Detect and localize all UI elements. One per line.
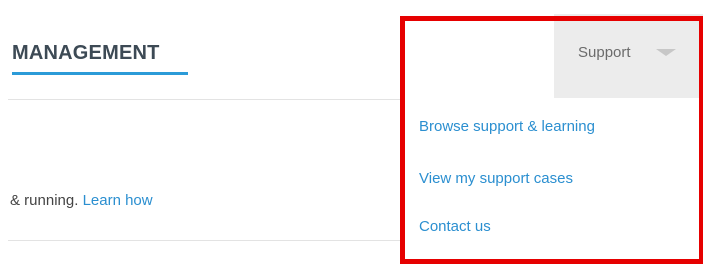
caret-down-icon[interactable] bbox=[656, 49, 676, 56]
support-label[interactable]: Support bbox=[578, 44, 631, 61]
body-text-line: & running. Learn how bbox=[10, 192, 153, 209]
section-heading: MANAGEMENT bbox=[12, 42, 160, 64]
heading-underline bbox=[12, 72, 188, 75]
divider bbox=[8, 240, 403, 241]
body-text: & running. bbox=[10, 192, 79, 209]
learn-how-link[interactable]: Learn how bbox=[83, 192, 153, 209]
menu-item-contact-us[interactable]: Contact us bbox=[419, 218, 491, 235]
divider bbox=[8, 99, 403, 100]
menu-item-browse-support[interactable]: Browse support & learning bbox=[419, 118, 595, 135]
menu-item-view-support-cases[interactable]: View my support cases bbox=[419, 170, 573, 187]
support-dropdown-menu: Browse support & learning View my suppor… bbox=[404, 100, 698, 255]
